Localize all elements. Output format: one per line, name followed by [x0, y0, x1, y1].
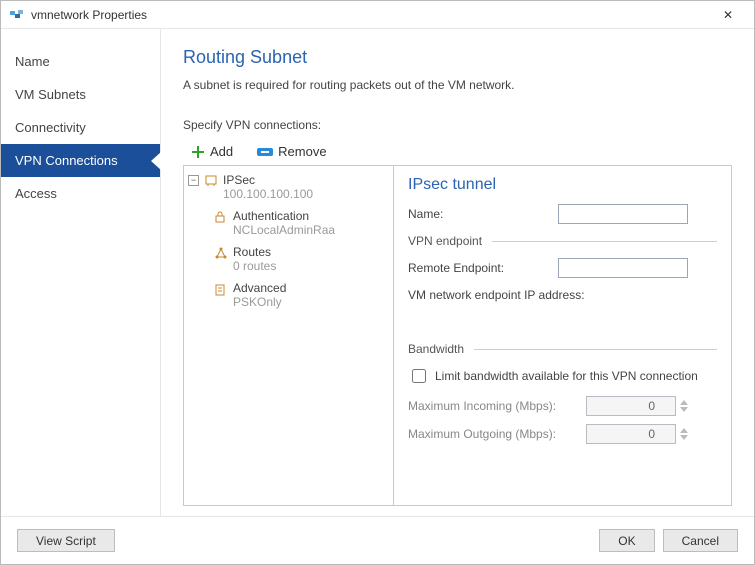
limit-bandwidth-checkbox[interactable]: [412, 369, 426, 383]
group-rule: [474, 349, 717, 350]
tree-root-label: IPSec: [223, 173, 313, 187]
remote-endpoint-label: Remote Endpoint:: [408, 261, 548, 275]
ok-button[interactable]: OK: [599, 529, 654, 552]
max-outgoing-input[interactable]: 0: [586, 424, 676, 444]
specify-label: Specify VPN connections:: [183, 118, 732, 132]
advanced-icon: [214, 282, 228, 296]
expand-toggle[interactable]: −: [188, 175, 199, 186]
chevron-down-icon: [680, 407, 688, 412]
max-incoming-input[interactable]: 0: [586, 396, 676, 416]
remove-label: Remove: [278, 144, 326, 159]
detail-heading: IPsec tunnel: [408, 176, 717, 194]
tree-item-label: Routes: [233, 245, 276, 259]
tree-root-sub: 100.100.100.100: [223, 187, 313, 201]
page-subtitle: A subnet is required for routing packets…: [183, 78, 732, 92]
chevron-down-icon: [680, 435, 688, 440]
sidebar: Name VM Subnets Connectivity VPN Connect…: [1, 29, 161, 516]
max-outgoing-label: Maximum Outgoing (Mbps):: [408, 427, 578, 441]
dialog-body: Name VM Subnets Connectivity VPN Connect…: [1, 29, 754, 516]
sidebar-item-name[interactable]: Name: [1, 45, 160, 78]
chevron-up-icon: [680, 400, 688, 405]
close-icon: ✕: [723, 8, 733, 22]
spinner-outgoing[interactable]: [680, 424, 692, 444]
tree-item-sub: NCLocalAdminRaa: [233, 223, 335, 237]
remote-endpoint-input[interactable]: [558, 258, 688, 278]
minus-icon: [257, 148, 273, 156]
subnet-icon: [204, 174, 218, 188]
content: Routing Subnet A subnet is required for …: [161, 29, 754, 516]
spinner-incoming[interactable]: [680, 396, 692, 416]
vm-endpoint-ip-label: VM network endpoint IP address:: [408, 288, 585, 302]
name-label: Name:: [408, 207, 548, 221]
remove-button[interactable]: Remove: [253, 142, 330, 161]
page-title: Routing Subnet: [183, 47, 732, 68]
tree-root-ipsec[interactable]: − IPSec 100.100.100.100: [188, 172, 389, 202]
tree-item-advanced[interactable]: Advanced PSKOnly: [214, 280, 389, 310]
add-button[interactable]: Add: [187, 142, 237, 161]
tree-item-sub: 0 routes: [233, 259, 276, 273]
detail-pane: IPsec tunnel Name: VPN endpoint Remote E…: [394, 166, 731, 505]
tree-children: Authentication NCLocalAdminRaa: [188, 208, 389, 310]
add-label: Add: [210, 144, 233, 159]
group-rule: [492, 241, 717, 242]
connections-panel: − IPSec 100.100.100.100: [183, 165, 732, 506]
limit-bandwidth-label: Limit bandwidth available for this VPN c…: [435, 369, 698, 383]
sidebar-item-vm-subnets[interactable]: VM Subnets: [1, 78, 160, 111]
tree-item-sub: PSKOnly: [233, 295, 286, 309]
tree-item-authentication[interactable]: Authentication NCLocalAdminRaa: [214, 208, 389, 238]
auth-icon: [214, 210, 228, 224]
tree-item-label: Advanced: [233, 281, 286, 295]
window-title: vmnetwork Properties: [31, 8, 708, 22]
connections-tree: − IPSec 100.100.100.100: [184, 166, 394, 505]
view-script-button[interactable]: View Script: [17, 529, 115, 552]
name-input[interactable]: [558, 204, 688, 224]
connections-toolbar: Add Remove: [183, 138, 732, 165]
sidebar-item-access[interactable]: Access: [1, 177, 160, 210]
tree-item-routes[interactable]: Routes 0 routes: [214, 244, 389, 274]
plus-icon: [191, 145, 205, 159]
properties-dialog: vmnetwork Properties ✕ Name VM Subnets C…: [0, 0, 755, 565]
sidebar-item-vpn-connections[interactable]: VPN Connections: [1, 144, 160, 177]
close-button[interactable]: ✕: [708, 1, 748, 29]
cancel-button[interactable]: Cancel: [663, 529, 738, 552]
tree-item-label: Authentication: [233, 209, 335, 223]
routes-icon: [214, 246, 228, 260]
app-icon: [9, 7, 25, 23]
dialog-footer: View Script OK Cancel: [1, 516, 754, 564]
max-incoming-label: Maximum Incoming (Mbps):: [408, 399, 578, 413]
vpn-endpoint-group-label: VPN endpoint: [408, 234, 482, 248]
titlebar: vmnetwork Properties ✕: [1, 1, 754, 29]
chevron-up-icon: [680, 428, 688, 433]
sidebar-item-connectivity[interactable]: Connectivity: [1, 111, 160, 144]
bandwidth-group-label: Bandwidth: [408, 342, 464, 356]
